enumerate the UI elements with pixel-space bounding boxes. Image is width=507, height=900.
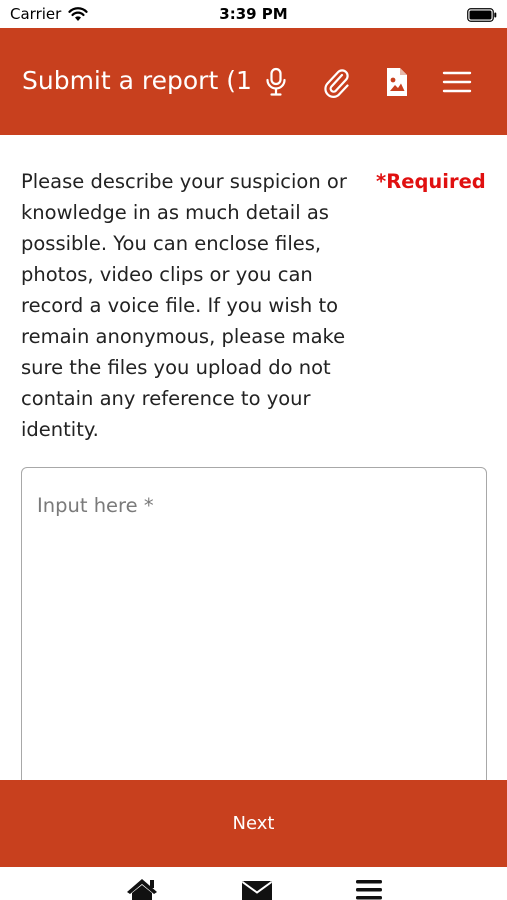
report-input[interactable] [21, 467, 487, 807]
status-bar: Carrier 3:39 PM [0, 0, 507, 28]
home-icon[interactable] [125, 877, 159, 900]
hamburger-menu-icon[interactable] [441, 66, 473, 98]
microphone-icon[interactable] [260, 66, 292, 98]
instructions-text: Please describe your suspicion or knowle… [21, 170, 347, 441]
screen: Carrier 3:39 PM Submit a report (1 Pleas… [0, 0, 507, 900]
required-label: *Required [376, 170, 486, 193]
next-button[interactable]: Next [0, 780, 507, 867]
paperclip-icon[interactable] [320, 66, 352, 98]
mail-icon[interactable] [240, 877, 274, 900]
status-time: 3:39 PM [219, 5, 288, 23]
menu-icon[interactable] [352, 877, 386, 900]
page-title: Submit a report (1 [22, 66, 250, 95]
image-file-icon[interactable] [381, 66, 413, 98]
battery-icon [467, 7, 497, 22]
tab-bar [0, 867, 507, 900]
app-header: Submit a report (1 [0, 28, 507, 135]
